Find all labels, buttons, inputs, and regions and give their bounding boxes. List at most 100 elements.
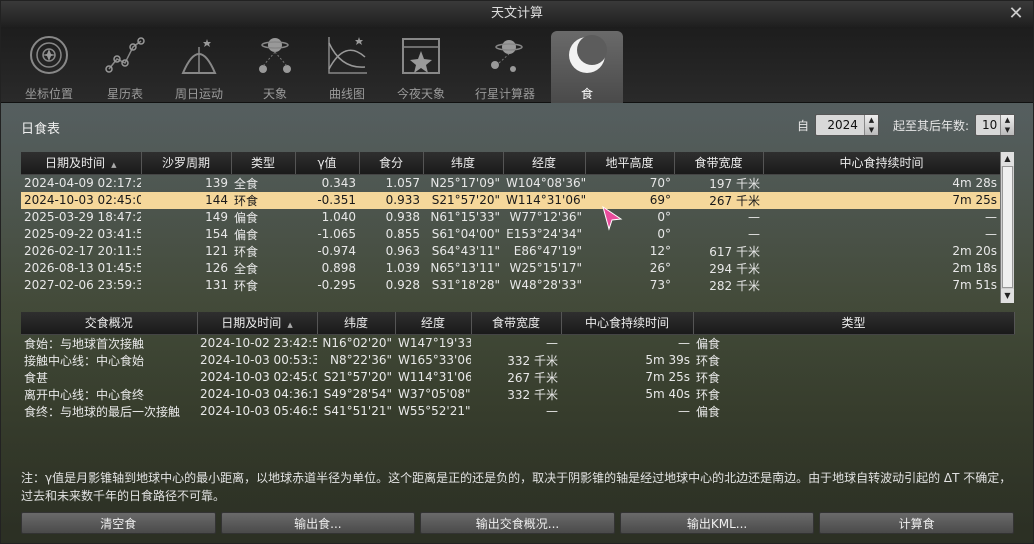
table-cell: 197 千米 [709, 176, 760, 191]
table-cell: W114°31'06" [503, 191, 585, 209]
column-header[interactable]: 类型 [693, 312, 1015, 335]
action-buttons: 清空食 输出食... 输出交食概况... 输出KML... 计算食 [21, 512, 1014, 534]
table-row[interactable]: 2026-08-13 01:45:56 126 全食 0.898 1.039 N65°13… [21, 260, 1000, 277]
table-cell: — [985, 210, 997, 224]
tab-ephemeris[interactable]: 星历表 [87, 31, 163, 103]
column-header[interactable]: 类型 [231, 152, 296, 175]
table-cell: S64°43'11" [431, 244, 500, 258]
export-kml-button[interactable]: 输出KML... [619, 512, 815, 534]
table-cell: -0.351 [295, 191, 359, 209]
column-header[interactable]: 中心食持续时间 [763, 152, 1001, 175]
column-header[interactable]: 食分 [359, 152, 424, 175]
table-cell: 2025-03-29 18:47:26 [24, 210, 141, 224]
year-range-control: 自 2024 ▲ ▼ 起至其后年数: 10 ▲ ▼ [797, 112, 1015, 138]
table-cell: 1.039 [385, 261, 420, 275]
table-cell: 0° [657, 210, 671, 224]
table-cell: W55°52'21" [398, 404, 471, 418]
tab-eclipses[interactable]: 食 [551, 31, 623, 103]
tab-tonight[interactable]: 今夜天象 [383, 31, 459, 103]
solar-eclipse-table: 日期及时间 ▲ 沙罗周期 类型 γ值 食分 纬度 经度 地平高度 食带宽度 中心食… [21, 152, 1014, 303]
table-cell: 26° [649, 261, 671, 275]
tab-planet-calculator[interactable]: 行星计算器 [467, 31, 543, 103]
calendar-star-icon [402, 38, 440, 74]
column-header[interactable]: 经度 [395, 312, 472, 335]
graph-icon [328, 37, 367, 74]
column-header[interactable]: 交食概况 [21, 312, 198, 335]
years-after-label: 起至其后年数: [892, 118, 969, 133]
table-cell: 0.938 [385, 210, 420, 224]
table-row[interactable]: 食终：与地球的最后一次接触 2024-10-03 05:46:59 S41°51'2… [21, 403, 1014, 420]
column-header[interactable]: 地平高度 [585, 152, 675, 175]
scroll-up-icon[interactable]: ▲ [1001, 152, 1014, 166]
table-cell: 154 [205, 227, 228, 241]
table-cell: W165°33'06" [398, 353, 471, 367]
table-cell: 2026-02-17 20:11:55 [24, 244, 141, 258]
table-row[interactable]: 2024-10-03 02:45:03 144 环食 -0.351 0.933 S21°5… [21, 191, 1000, 209]
table-row[interactable]: 2027-02-06 23:59:37 131 环食 -0.295 0.928 S31°1… [21, 277, 1000, 294]
column-header[interactable]: 食带宽度 [471, 312, 562, 335]
table-row[interactable]: 2024-04-09 02:17:20 139 全食 0.343 1.057 N25°17… [21, 174, 1000, 192]
table-scrollbar[interactable]: ▲ ▼ [1000, 152, 1014, 303]
table-row[interactable]: 离开中心线：中心食终 2024-10-03 04:36:13 S49°28'54" W… [21, 386, 1014, 403]
table-cell: 环食 [696, 353, 721, 368]
table-cell: N16°02'20" [322, 336, 392, 350]
table-cell: N25°17'09" [430, 176, 500, 190]
table-row[interactable]: 食始：与地球首次接触 2024-10-02 23:42:58 N16°02'20" W… [21, 334, 1014, 352]
table-cell: S31°18'28" [431, 278, 500, 292]
scrollbar-thumb[interactable] [1002, 166, 1013, 288]
chevron-down-icon[interactable]: ▼ [1001, 125, 1014, 135]
chevron-up-icon[interactable]: ▲ [865, 115, 878, 125]
table-cell: 294 千米 [709, 261, 760, 276]
column-header[interactable]: 纬度 [317, 312, 396, 335]
table-cell: 12° [649, 244, 671, 258]
table-cell: W48°28'33" [509, 278, 583, 292]
calculate-eclipses-button[interactable]: 计算食 [819, 512, 1014, 534]
table-row[interactable]: 2025-03-29 18:47:26 149 偏食 1.040 0.938 N61°15… [21, 209, 1000, 226]
table-cell: 7m 25s [645, 370, 690, 384]
window-title: 天文计算 [490, 6, 543, 21]
column-header[interactable]: 纬度 [423, 152, 504, 175]
table-cell: 全食 [234, 176, 259, 191]
column-header[interactable]: 中心食持续时间 [561, 312, 694, 335]
table-row[interactable]: 2026-02-17 20:11:55 121 环食 -0.974 0.963 S64°4… [21, 243, 1000, 260]
column-header[interactable]: 日期及时间 ▲ [197, 312, 318, 335]
table-cell: — [748, 210, 760, 224]
scroll-down-icon[interactable]: ▼ [1001, 289, 1014, 303]
chevron-down-icon[interactable]: ▼ [865, 125, 878, 135]
clear-eclipses-button[interactable]: 清空食 [21, 512, 216, 534]
table-cell: 332 千米 [507, 387, 558, 402]
table-cell: N65°13'11" [430, 261, 500, 275]
column-header[interactable]: 沙罗周期 [141, 152, 232, 175]
tab-graphs[interactable]: 曲线图 [309, 31, 385, 103]
table-row[interactable]: 2025-09-22 03:41:54 154 偏食 -1.065 0.855 S61°0… [21, 226, 1000, 243]
table-cell: S49°28'54" [323, 387, 392, 401]
planet-calculator-icon [491, 40, 523, 72]
chevron-up-icon[interactable]: ▲ [1001, 115, 1014, 125]
title-bar: 天文计算 ✕ [1, 1, 1033, 27]
table-cell: 2024-10-03 02:45:03 [21, 191, 141, 209]
export-contacts-button[interactable]: 输出交食概况... [420, 512, 615, 534]
tab-phenomena[interactable]: 天象 [237, 31, 313, 103]
table-cell: W37°05'08" [398, 387, 471, 401]
column-header[interactable]: 食带宽度 [674, 152, 764, 175]
column-header[interactable]: 日期及时间 ▲ [21, 152, 142, 175]
table-cell: -0.295 [317, 278, 356, 292]
table-cell: 332 千米 [507, 353, 558, 368]
table-cell: 离开中心线：中心食终 [24, 387, 145, 402]
column-header[interactable]: γ值 [295, 152, 360, 175]
table-cell: — [678, 336, 690, 350]
column-header[interactable]: 经度 [503, 152, 586, 175]
table-row[interactable]: 食甚 2024-10-03 02:45:03 S21°57'20" W114°31'0… [21, 369, 1014, 386]
table-cell: 69° [585, 191, 674, 209]
tab-bar: 坐标位置 星历表 周日运动 天象 曲线图 今夜天象 行星计算器 食 [1, 27, 1033, 103]
close-icon[interactable]: ✕ [1007, 5, 1025, 23]
start-year-spinbox[interactable]: 2024 ▲ ▼ [814, 114, 879, 136]
table-cell: 139 [205, 176, 228, 190]
tab-diurnal-motion[interactable]: 周日运动 [161, 31, 237, 103]
table-cell: 2024-10-03 05:46:59 [200, 404, 317, 418]
tab-coordinates[interactable]: 坐标位置 [11, 31, 87, 103]
table-row[interactable]: 接触中心线：中心食始 2024-10-03 00:53:39 N8°22'36" W1… [21, 352, 1014, 369]
table-cell: 0.898 [321, 261, 356, 275]
years-after-spinbox[interactable]: 10 ▲ ▼ [975, 114, 1015, 136]
export-eclipses-button[interactable]: 输出食... [220, 512, 416, 534]
